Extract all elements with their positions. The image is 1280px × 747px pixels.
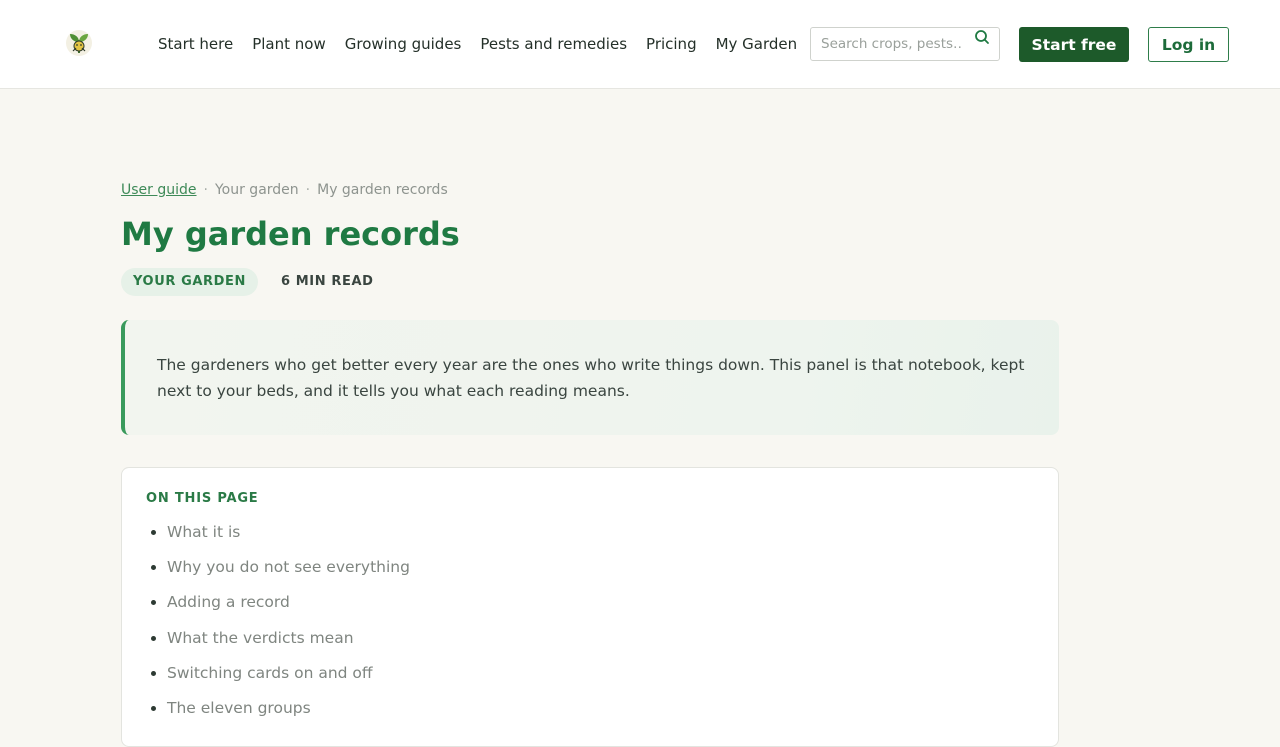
- nav-plant-now[interactable]: Plant now: [252, 32, 326, 56]
- breadcrumb-current: My garden records: [317, 182, 448, 198]
- nav-start-here[interactable]: Start here: [158, 32, 233, 56]
- nav-my-garden[interactable]: My Garden: [716, 32, 798, 56]
- toc-link-the-eleven-groups[interactable]: The eleven groups: [167, 699, 311, 717]
- nav-growing-guides[interactable]: Growing guides: [345, 32, 462, 56]
- search-button[interactable]: [974, 28, 990, 46]
- toc-link-what-the-verdicts-mean[interactable]: What the verdicts mean: [167, 629, 354, 647]
- search-input[interactable]: [811, 28, 971, 60]
- read-time: 6 MIN READ: [281, 274, 374, 289]
- breadcrumb-your-garden: Your garden: [214, 182, 299, 198]
- sprout-icon: [66, 30, 92, 56]
- site-header: Start here Plant now Growing guides Pest…: [0, 0, 1280, 89]
- start-free-button[interactable]: Start free: [1019, 27, 1129, 62]
- table-of-contents: ON THIS PAGE What it is Why you do not s…: [121, 467, 1059, 747]
- toc-link-adding-a-record[interactable]: Adding a record: [167, 593, 290, 611]
- toc-item: The eleven groups: [167, 697, 1034, 732]
- nav-pests-and-remedies[interactable]: Pests and remedies: [480, 32, 627, 56]
- toc-item: Switching cards on and off: [167, 662, 1034, 697]
- page-title: My garden records: [121, 215, 460, 253]
- search-box: [810, 27, 1000, 61]
- toc-link-switching-cards[interactable]: Switching cards on and off: [167, 664, 373, 682]
- main-nav: Start here Plant now Growing guides Pest…: [158, 32, 816, 56]
- logo[interactable]: [64, 27, 94, 57]
- breadcrumb-user-guide[interactable]: User guide: [121, 182, 197, 198]
- breadcrumb-separator: ·: [203, 182, 208, 198]
- toc-link-why-you-do-not-see-everything[interactable]: Why you do not see everything: [167, 558, 410, 576]
- category-tag: YOUR GARDEN: [121, 268, 258, 296]
- intro-text: The gardeners who get better every year …: [157, 356, 1025, 400]
- toc-heading: ON THIS PAGE: [146, 491, 259, 506]
- nav-pricing[interactable]: Pricing: [646, 32, 697, 56]
- toc-list: What it is Why you do not see everything…: [146, 521, 1034, 732]
- breadcrumb: User guide · Your garden · My garden records: [121, 180, 448, 200]
- toc-item: Adding a record: [167, 591, 1034, 626]
- toc-item: What it is: [167, 521, 1034, 556]
- search-icon: [975, 30, 989, 44]
- toc-link-what-it-is[interactable]: What it is: [167, 523, 240, 541]
- log-in-button[interactable]: Log in: [1148, 27, 1229, 62]
- toc-item: What the verdicts mean: [167, 627, 1034, 662]
- intro-callout: The gardeners who get better every year …: [121, 320, 1059, 435]
- toc-item: Why you do not see everything: [167, 556, 1034, 591]
- breadcrumb-separator: ·: [305, 182, 311, 198]
